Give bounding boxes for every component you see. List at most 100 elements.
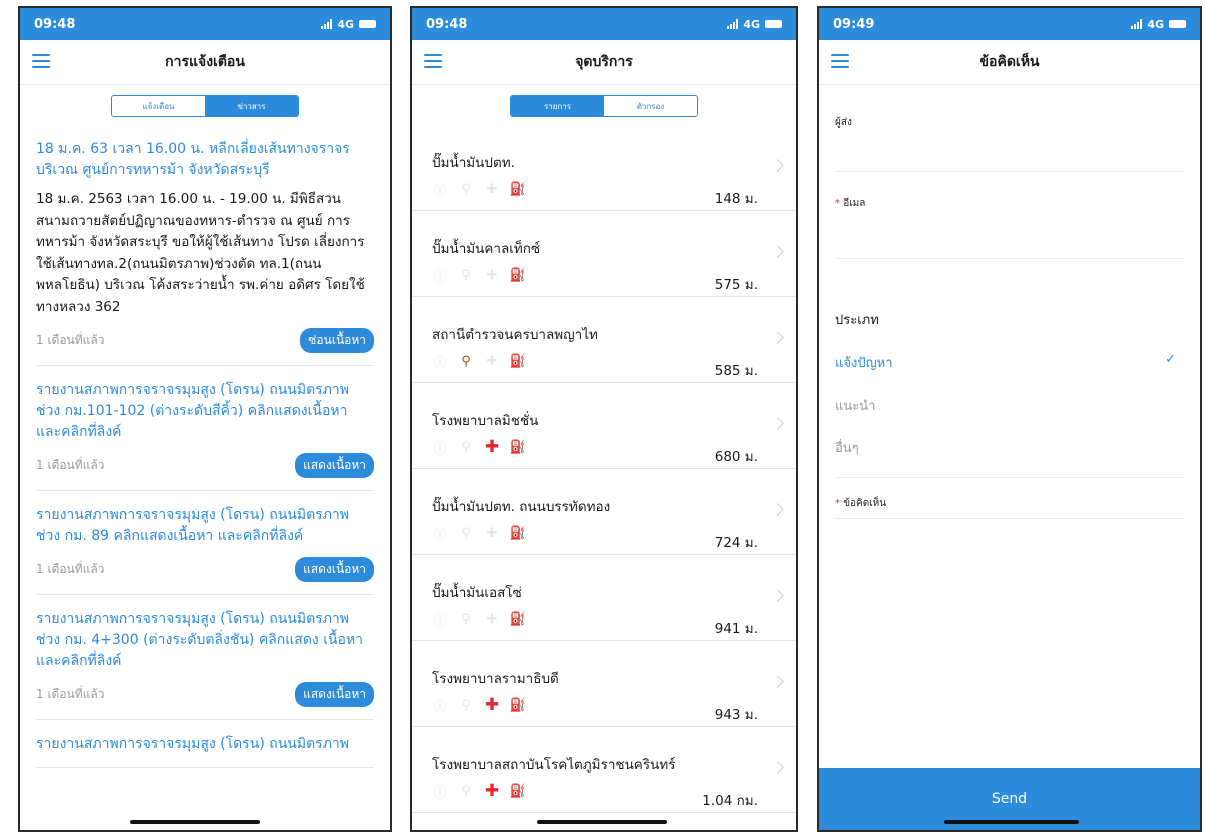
nav-bar: ข้อคิดเห็น <box>819 40 1200 85</box>
place-row[interactable]: โรงพยาบาลรามาธิบดี ⓘ ⚲ ✚ ⛽ 943 ม. <box>412 641 796 727</box>
tab-list[interactable]: รายการ <box>511 96 604 116</box>
toggle-content-button[interactable]: แสดงเนื้อหา <box>295 453 374 478</box>
network-type: 4G <box>337 17 354 31</box>
place-name: โรงพยาบาลสถาบันโรคไตภูมิราชนครินทร์ <box>432 757 676 773</box>
category-option[interactable]: แนะนำ <box>835 395 1184 416</box>
place-name: โรงพยาบาลมิชชั่น <box>432 413 539 429</box>
place-row[interactable]: โรงพยาบาลมิชชั่น ⓘ ⚲ ✚ ⛽ 680 ม. <box>412 383 796 469</box>
place-row[interactable]: ปั๊มน้ำมันเอสโซ่ ⓘ ⚲ ✚ ⛽ 941 ม. <box>412 555 796 641</box>
notice-title[interactable]: รายงานสภาพการจราจรมุมสูง (โดรน) ถนนมิตรภ… <box>36 380 374 443</box>
toggle-content-button[interactable]: แสดงเนื้อหา <box>295 682 374 707</box>
comment-field[interactable]: * ข้อคิดเห็น <box>835 477 1184 519</box>
info-icon: ⓘ <box>433 613 447 629</box>
hospital-icon: ✚ <box>484 695 500 715</box>
police-icon: ⚲ <box>461 181 471 197</box>
menu-icon[interactable] <box>32 54 50 68</box>
chevron-right-icon <box>771 675 784 688</box>
fuel-icon: ⛽ <box>509 353 527 369</box>
toggle-content-button[interactable]: แสดงเนื้อหา <box>295 557 374 582</box>
hospital-icon: ✚ <box>484 437 500 457</box>
sender-field[interactable]: ผู้ส่ง <box>835 85 1184 172</box>
segmented-control: รายการ ตัวกรอง <box>510 95 698 117</box>
notice-title[interactable]: 18 ม.ค. 63 เวลา 16.00 น. หลีกเลี่ยงเส้นท… <box>36 139 374 181</box>
hospital-icon: ✚ <box>486 353 498 369</box>
place-name: โรงพยาบาลรามาธิบดี <box>432 671 559 687</box>
place-distance: 585 ม. <box>714 363 758 379</box>
segmented-control: แจ้งเตือน ข่าวสาร <box>111 95 299 117</box>
place-icons: ⓘ ⚲ ✚ ⛽ <box>432 353 527 371</box>
comment-label: * ข้อคิดเห็น <box>835 498 887 509</box>
place-distance: 680 ม. <box>714 449 758 465</box>
info-icon: ⓘ <box>433 269 447 285</box>
phone-notifications: 09:48 4G การแจ้งเตือน แจ้งเตือน ข่าวสาร … <box>18 6 392 832</box>
notice-footer: 1 เดือนที่แล้ว แสดงเนื้อหา <box>36 453 374 478</box>
place-row[interactable]: ปั๊มน้ำมันปตท. ⓘ ⚲ ✚ ⛽ 148 ม. <box>412 125 796 211</box>
place-icons: ⓘ ⚲ ✚ ⛽ <box>432 267 526 285</box>
place-distance: 1.04 กม. <box>702 793 758 809</box>
chevron-right-icon <box>771 761 784 774</box>
place-row[interactable]: ปั๊มน้ำมันคาลเท็กซ์ ⓘ ⚲ ✚ ⛽ 575 ม. <box>412 211 796 297</box>
police-icon: ⚲ <box>461 439 471 455</box>
police-icon: ⚲ <box>461 525 471 541</box>
status-time: 09:48 <box>34 16 76 32</box>
signal-icon <box>321 19 333 29</box>
notice-title[interactable]: รายงานสภาพการจราจรมุมสูง (โดรน) ถนนมิตรภ… <box>36 505 374 547</box>
tab-filter[interactable]: ตัวกรอง <box>604 96 697 116</box>
status-indicators: 4G <box>727 18 782 31</box>
status-time: 09:49 <box>833 16 875 32</box>
place-row[interactable]: ปั๊มน้ำมันปตท. ถนนบรรทัดทอง ⓘ ⚲ ✚ ⛽ 724 ม. <box>412 469 796 555</box>
status-indicators: 4G <box>1131 18 1186 31</box>
status-bar: 09:48 4G <box>412 8 796 40</box>
notice-time: 1 เดือนที่แล้ว <box>36 687 105 701</box>
police-icon: ⚲ <box>461 783 471 799</box>
info-icon: ⓘ <box>433 183 447 199</box>
notice-title[interactable]: รายงานสภาพการจราจรมุมสูง (โดรน) ถนนมิตรภ… <box>36 609 374 672</box>
category-title: ประเภท <box>835 313 879 328</box>
status-indicators: 4G <box>321 18 376 31</box>
status-bar: 09:49 4G <box>819 8 1200 40</box>
category-option-label: อื่นๆ <box>835 441 859 456</box>
place-name: ปั๊มน้ำมันคาลเท็กซ์ <box>432 241 541 257</box>
police-icon: ⚲ <box>461 611 471 627</box>
notice-item: รายงานสภาพการจราจรมุมสูง (โดรน) ถนนมิตรภ… <box>36 720 374 768</box>
tab-news[interactable]: ข่าวสาร <box>205 96 298 116</box>
home-indicator <box>944 820 1079 824</box>
place-distance: 148 ม. <box>714 191 758 207</box>
place-name: ปั๊มน้ำมันปตท. ถนนบรรทัดทอง <box>432 499 611 515</box>
place-distance: 724 ม. <box>714 535 758 551</box>
notice-time: 1 เดือนที่แล้ว <box>36 458 105 472</box>
fuel-icon: ⛽ <box>509 697 527 713</box>
place-icons: ⓘ ⚲ ✚ ⛽ <box>432 611 527 629</box>
network-type: 4G <box>743 17 760 31</box>
toggle-content-button[interactable]: ซ่อนเนื้อหา <box>300 328 374 353</box>
category-option[interactable]: แจ้งปัญหา ✓ <box>835 352 1184 373</box>
place-row[interactable]: โรงพยาบาลสถาบันโรคไตภูมิราชนครินทร์ ⓘ ⚲ ✚ ⛽ 1… <box>412 727 796 813</box>
category-option-label: แนะนำ <box>835 399 876 414</box>
signal-icon <box>1131 19 1143 29</box>
notice-item: รายงานสภาพการจราจรมุมสูง (โดรน) ถนนมิตรภ… <box>36 491 374 595</box>
menu-icon[interactable] <box>424 54 442 68</box>
notice-item: 18 ม.ค. 63 เวลา 16.00 น. หลีกเลี่ยงเส้นท… <box>36 125 374 366</box>
fuel-icon: ⛽ <box>509 439 527 455</box>
email-label: * อีเมล <box>835 198 866 209</box>
fuel-icon: ⛽ <box>509 525 527 541</box>
email-field[interactable]: * อีเมล <box>835 172 1184 259</box>
category-option[interactable]: อื่นๆ <box>835 437 1184 458</box>
fuel-icon: ⛽ <box>509 611 527 627</box>
police-icon: ⚲ <box>461 353 471 369</box>
notice-title[interactable]: รายงานสภาพการจราจรมุมสูง (โดรน) ถนนมิตรภ… <box>36 734 374 755</box>
place-row[interactable]: สถานีตำรวจนครบาลพญาไท ⓘ ⚲ ✚ ⛽ 585 ม. <box>412 297 796 383</box>
chevron-right-icon <box>771 245 784 258</box>
place-name: สถานีตำรวจนครบาลพญาไท <box>432 327 598 343</box>
checkmark-icon: ✓ <box>1165 352 1176 367</box>
chevron-right-icon <box>771 417 784 430</box>
tab-alerts[interactable]: แจ้งเตือน <box>112 96 205 116</box>
place-icons: ⓘ ⚲ ✚ ⛽ <box>432 525 527 543</box>
notice-footer: 1 เดือนที่แล้ว ซ่อนเนื้อหา <box>36 328 374 353</box>
notice-time: 1 เดือนที่แล้ว <box>36 562 105 576</box>
signal-icon <box>727 19 739 29</box>
place-list: ปั๊มน้ำมันปตท. ⓘ ⚲ ✚ ⛽ 148 ม. ปั๊มน้ำมันคาลเท็… <box>412 125 796 813</box>
notice-item: รายงานสภาพการจราจรมุมสูง (โดรน) ถนนมิตรภ… <box>36 595 374 720</box>
menu-icon[interactable] <box>831 54 849 68</box>
notice-footer: 1 เดือนที่แล้ว แสดงเนื้อหา <box>36 557 374 582</box>
